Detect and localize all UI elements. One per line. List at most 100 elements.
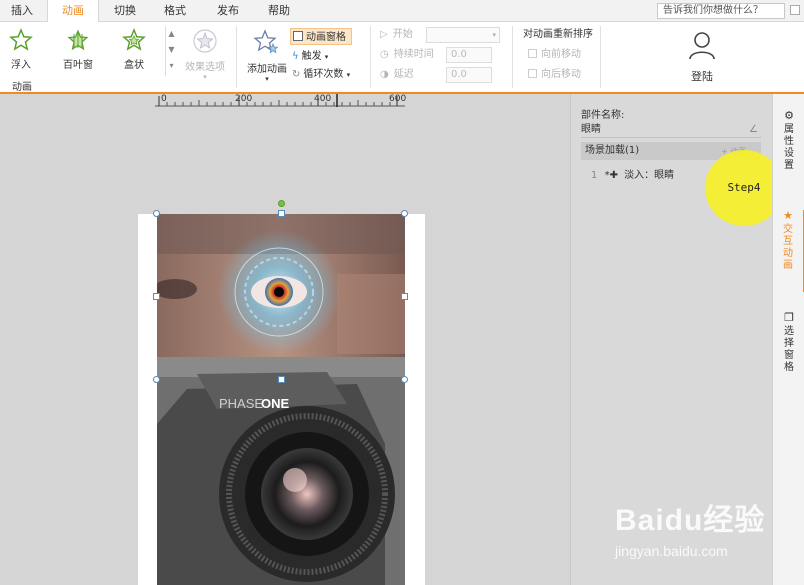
ribbon-divider bbox=[512, 26, 513, 88]
blinds-icon bbox=[67, 29, 89, 51]
lightning-icon: ϟ bbox=[292, 51, 299, 62]
start-row: ▷ 开始 bbox=[380, 26, 413, 43]
ribbon: 浮入 百叶窗 盒状 ▲ ▼ ▾ 效果选项 ▾ 动画 添加动画 ▾ 动画窗格 ϟ触… bbox=[0, 22, 804, 94]
start-select[interactable]: ▾ bbox=[426, 27, 500, 43]
ruler-label: 0 bbox=[161, 94, 167, 104]
duration-row: ◷ 持续时间 bbox=[380, 46, 434, 63]
add-animation-label: 添加动画 bbox=[247, 64, 287, 75]
fade-in-icon: *✚ bbox=[604, 170, 618, 181]
gallery-more-icon[interactable]: ▾ bbox=[166, 58, 177, 74]
tab-selection-label: 选择窗格 bbox=[784, 326, 794, 373]
ribbon-divider bbox=[600, 26, 601, 88]
start-icon: ▷ bbox=[380, 29, 388, 40]
baidu-watermark: Baidu经验 jingyan.baidu.com bbox=[615, 495, 765, 559]
ribbon-divider bbox=[370, 26, 371, 88]
trigger-label: 触发 bbox=[301, 51, 322, 62]
trigger-button[interactable]: ϟ 触发 ▾ bbox=[292, 48, 328, 65]
loop-count-button[interactable]: ↻ 循环次数 ▾ bbox=[292, 66, 350, 83]
edit-icon[interactable]: ∠ bbox=[749, 124, 758, 135]
delay-row: ◑ 延迟 bbox=[380, 66, 414, 83]
login-button[interactable]: 登陆 bbox=[660, 30, 744, 84]
move-earlier-icon bbox=[528, 49, 537, 58]
gallery-down-icon[interactable]: ▼ bbox=[166, 42, 177, 58]
menu-publish[interactable]: 发布 bbox=[205, 0, 251, 22]
duration-label: 持续时间 bbox=[393, 49, 434, 60]
animation-pane-label: 动画窗格 bbox=[306, 32, 346, 43]
effect-blinds-label: 百叶窗 bbox=[63, 60, 93, 71]
move-earlier-label: 向前移动 bbox=[541, 49, 581, 60]
effect-box-button[interactable]: 盒状 bbox=[117, 28, 151, 71]
tab-selection-pane[interactable]: ❐ 选择窗格 bbox=[773, 312, 804, 374]
duration-input[interactable]: 0.0 bbox=[446, 47, 492, 63]
ribbon-pin-icon[interactable] bbox=[790, 5, 800, 15]
add-animation-dropdown-icon: ▾ bbox=[265, 75, 269, 83]
animation-pane-button[interactable]: 动画窗格 bbox=[290, 28, 352, 45]
canvas-area[interactable]: 0 200 400 600 PHASE ONE bbox=[0, 94, 570, 585]
effect-options-dropdown-icon: ▾ bbox=[203, 73, 207, 81]
effect-float-label: 浮入 bbox=[11, 60, 31, 71]
eye-camera-photo: PHASE ONE bbox=[157, 214, 405, 585]
loop-label: 循环次数 bbox=[303, 69, 344, 80]
phaseone-logo-text: PHASE bbox=[219, 396, 263, 411]
user-icon bbox=[689, 32, 715, 60]
star-float-icon bbox=[9, 28, 33, 51]
component-name-label: 部件名称: bbox=[581, 110, 625, 121]
resize-handle[interactable] bbox=[278, 376, 285, 383]
animation-item-number: 1 bbox=[591, 170, 598, 181]
side-tabs: ⚙ 属性设置 ★ 交互动画 ❐ 选择窗格 bbox=[772, 94, 804, 585]
horizontal-ruler: 0 200 400 600 bbox=[155, 94, 407, 107]
watermark-logo: Baidu经验 bbox=[615, 504, 766, 537]
resize-handle[interactable] bbox=[153, 293, 160, 300]
ruler-label: 400 bbox=[314, 94, 332, 104]
start-select-arrow-icon: ▾ bbox=[492, 31, 496, 39]
ribbon-divider bbox=[236, 26, 237, 88]
trigger-dropdown-icon: ▾ bbox=[324, 53, 329, 61]
gallery-up-icon[interactable]: ▲ bbox=[166, 26, 177, 42]
ruler-label: 600 bbox=[389, 94, 407, 104]
login-label: 登陆 bbox=[691, 70, 713, 83]
menu-animation[interactable]: 动画 bbox=[47, 0, 99, 23]
add-animation-button[interactable]: 添加动画 ▾ bbox=[246, 28, 288, 83]
effect-options-button[interactable]: 效果选项 ▾ bbox=[184, 28, 226, 81]
effect-float-button[interactable]: 浮入 bbox=[4, 28, 38, 71]
component-name-field[interactable]: 眼睛 bbox=[581, 122, 761, 138]
animation-pane-icon bbox=[293, 31, 303, 41]
move-later-label: 向后移动 bbox=[541, 69, 581, 80]
gear-icon: ⚙ bbox=[784, 109, 794, 122]
menu-help[interactable]: 帮助 bbox=[256, 0, 302, 22]
resize-handle[interactable] bbox=[401, 210, 408, 217]
ruler-label: 200 bbox=[235, 94, 253, 104]
resize-handle[interactable] bbox=[153, 210, 160, 217]
resize-handle[interactable] bbox=[401, 376, 408, 383]
loop-dropdown-icon: ▾ bbox=[346, 71, 351, 79]
rotate-handle[interactable] bbox=[278, 200, 285, 207]
effect-blinds-button[interactable]: 百叶窗 bbox=[58, 28, 98, 71]
effects-gallery-scroll[interactable]: ▲ ▼ ▾ bbox=[165, 26, 177, 76]
add-animation-icon bbox=[253, 29, 279, 54]
move-earlier-button[interactable]: 向前移动 bbox=[528, 46, 581, 63]
resize-handle[interactable] bbox=[278, 210, 285, 217]
effect-options-icon bbox=[193, 29, 217, 53]
slide-image[interactable]: PHASE ONE bbox=[157, 214, 405, 585]
delay-input[interactable]: 0.0 bbox=[446, 67, 492, 83]
star-icon: ★ bbox=[783, 209, 793, 222]
resize-handle[interactable] bbox=[401, 293, 408, 300]
menu-format[interactable]: 格式 bbox=[152, 0, 198, 22]
effect-options-label: 效果选项 bbox=[185, 62, 225, 73]
ruler-ticks bbox=[155, 94, 405, 107]
help-search-input[interactable]: 告诉我们你想做什么？ bbox=[657, 3, 785, 19]
resize-handle[interactable] bbox=[153, 376, 160, 383]
menu-bar: 插入 动画 切换 格式 发布 帮助 告诉我们你想做什么？ bbox=[0, 0, 804, 23]
tab-properties[interactable]: ⚙ 属性设置 bbox=[773, 110, 804, 172]
reorder-title: 对动画重新排序 bbox=[523, 29, 593, 40]
tab-interaction-label: 交互动画 bbox=[783, 224, 793, 271]
animation-list-item[interactable]: 1 *✚ 淡入：眼睛 bbox=[591, 166, 674, 181]
menu-insert[interactable]: 插入 bbox=[0, 0, 44, 22]
move-later-button[interactable]: 向后移动 bbox=[528, 66, 581, 83]
animation-group-caption: 动画 bbox=[12, 82, 32, 93]
tab-interaction-animation[interactable]: ★ 交互动画 bbox=[773, 210, 804, 292]
menu-transition[interactable]: 切换 bbox=[102, 0, 148, 22]
box-star-icon bbox=[122, 28, 146, 51]
layers-icon: ❐ bbox=[784, 311, 794, 324]
effect-box-label: 盒状 bbox=[124, 60, 144, 71]
